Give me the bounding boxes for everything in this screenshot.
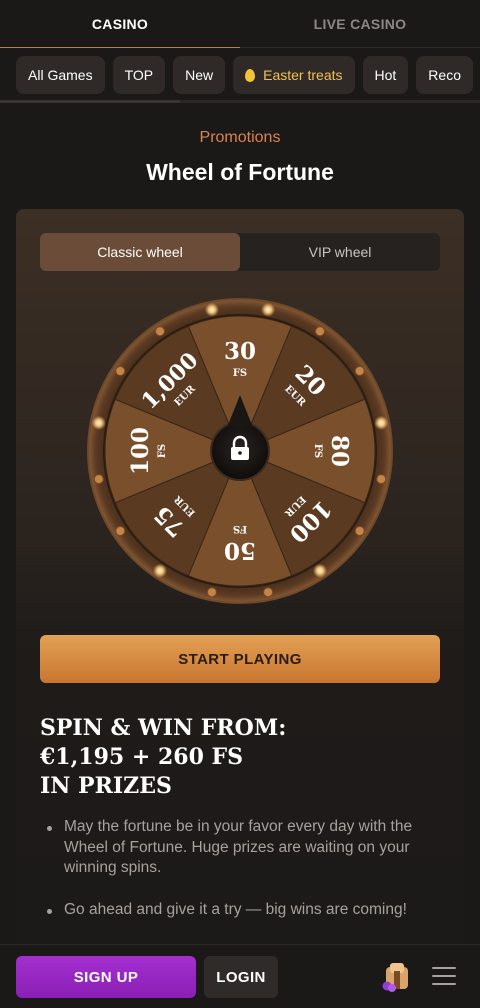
wheel-light-bulb	[354, 365, 365, 376]
tab-live-casino[interactable]: LIVE CASINO	[240, 0, 480, 48]
classic-wheel-tab[interactable]: Classic wheel	[40, 233, 240, 271]
segment-unit: FS	[157, 444, 168, 458]
menu-line	[432, 975, 456, 977]
segment-value: 30	[224, 338, 256, 365]
wheel-light-bulb	[152, 563, 167, 578]
chip-label: TOP	[124, 67, 154, 83]
chip-label: New	[185, 67, 214, 83]
wheel-light-bulb	[374, 415, 389, 430]
wheel-light-bulb	[206, 587, 217, 598]
chip-reco[interactable]: Reco	[416, 56, 473, 94]
segment-value: 80	[326, 435, 353, 467]
chips-scrollbar-thumb[interactable]	[0, 100, 180, 103]
segment-unit: FS	[233, 523, 247, 534]
segment-value: 100	[127, 427, 154, 475]
segment-value: 50	[224, 537, 256, 564]
prize-headline: SPIN & WIN FROM: €1,195 + 260 FS IN PRIZ…	[40, 714, 440, 801]
chip-label: Reco	[428, 67, 461, 83]
chip-label: Hot	[374, 67, 397, 83]
hamburger-menu-icon[interactable]	[432, 967, 456, 987]
vip-wheel-tab[interactable]: VIP wheel	[240, 233, 440, 271]
wheel-light-bulb	[204, 302, 219, 317]
category-chips: All Games TOP New Easter treats Hot Reco	[16, 56, 480, 94]
wheel-light-bulb	[91, 415, 106, 430]
easter-egg-icon	[245, 68, 256, 82]
segment-unit: FS	[233, 368, 247, 379]
wheel-light-bulb	[115, 365, 126, 376]
chip-label: Easter treats	[263, 67, 343, 83]
wheel-card: Classic wheel VIP wheel 30 FS 20 EUR 80 FS 100…	[16, 209, 464, 949]
wheel-light-bulb	[354, 526, 365, 537]
headline-line-1: SPIN & WIN FROM:	[40, 715, 287, 741]
wheel-light-bulb	[115, 526, 126, 537]
chip-hot[interactable]: Hot	[362, 56, 409, 94]
chips-scrollbar-track	[180, 100, 480, 103]
login-button[interactable]: LOGIN	[204, 956, 278, 998]
chip-new[interactable]: New	[173, 56, 226, 94]
wheel-light-bulb	[154, 326, 165, 337]
chip-easter-treats[interactable]: Easter treats	[233, 56, 355, 94]
wheel-type-toggle: Classic wheel VIP wheel	[40, 233, 440, 271]
top-tabs: CASINO LIVE CASINO	[0, 0, 480, 48]
tab-casino[interactable]: CASINO	[0, 0, 240, 48]
menu-line	[432, 983, 456, 985]
sign-up-button[interactable]: SIGN UP	[16, 956, 196, 998]
gift-box-icon[interactable]	[380, 961, 412, 993]
headline-line-3: IN PRIZES	[40, 773, 172, 799]
bottom-bar: SIGN UP LOGIN	[0, 944, 480, 1008]
wheel-light-bulb	[263, 587, 274, 598]
start-playing-button[interactable]: START PLAYING	[40, 635, 440, 683]
list-item: May the fortune be in your favor every d…	[40, 817, 444, 879]
wheel-light-bulb	[261, 302, 276, 317]
fortune-wheel: 30FS 20EUR80FS100EUR50FS75EUR100 FS1,000EU…	[87, 298, 393, 604]
chip-top[interactable]: TOP	[112, 56, 166, 94]
chip-all-games[interactable]: All Games	[16, 56, 105, 94]
promotions-label: Promotions	[199, 129, 281, 146]
list-item: Go ahead and give it a try — big wins ar…	[40, 900, 444, 921]
promo-description-list: May the fortune be in your favor every d…	[40, 817, 444, 941]
wheel-light-bulb	[315, 326, 326, 337]
wheel-light-bulb	[93, 474, 104, 485]
chip-label: All Games	[28, 67, 93, 83]
menu-line	[432, 967, 456, 969]
page-title: Wheel of Fortune	[146, 159, 334, 185]
wheel-light-bulb	[376, 474, 387, 485]
segment-unit: FS	[312, 444, 323, 458]
wheel-light-bulb	[313, 563, 328, 578]
headline-line-2: €1,195 + 260 FS	[40, 744, 244, 770]
